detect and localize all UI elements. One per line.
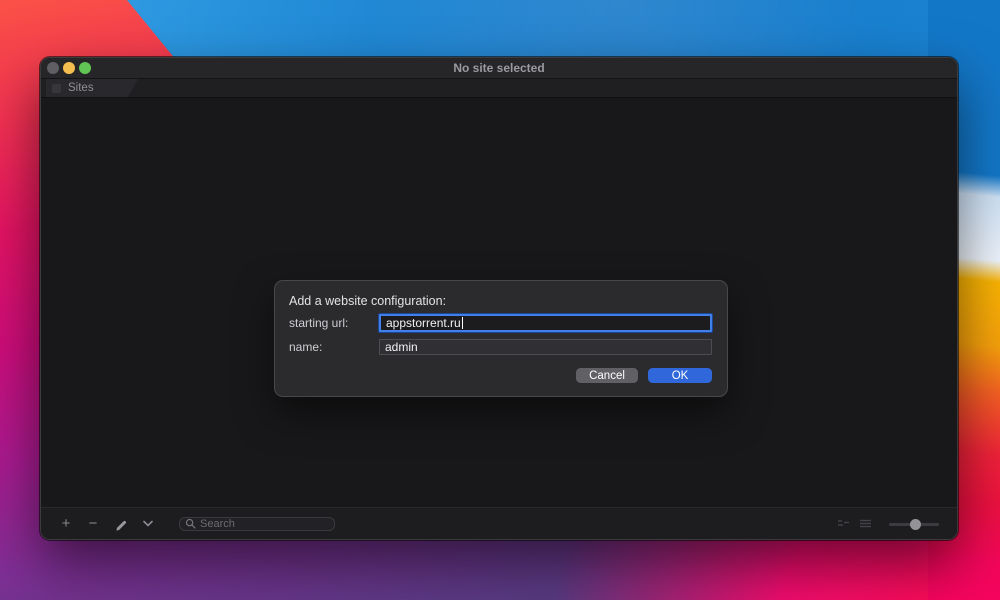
search-icon: [185, 518, 196, 529]
window-titlebar: No site selected: [41, 58, 957, 79]
dialog-title: Add a website configuration:: [289, 294, 712, 308]
edit-pencil-icon[interactable]: [113, 517, 129, 531]
compact-view-icon[interactable]: [837, 519, 850, 528]
starting-url-label: starting url:: [289, 316, 379, 330]
starting-url-row: starting url: appstorrent.ru: [289, 314, 712, 332]
zoom-slider-thumb[interactable]: [910, 519, 921, 530]
search-field[interactable]: [179, 517, 335, 531]
dialog-buttons: Cancel OK: [289, 368, 712, 383]
name-label: name:: [289, 340, 379, 354]
site-favicon-icon: [52, 84, 61, 93]
starting-url-value: appstorrent.ru: [386, 316, 461, 330]
window-content: Add a website configuration: starting ur…: [41, 98, 957, 507]
remove-icon[interactable]: −: [86, 517, 100, 531]
text-caret: [462, 317, 464, 329]
bottom-toolbar: + −: [41, 507, 957, 539]
starting-url-input[interactable]: appstorrent.ru: [379, 314, 712, 332]
name-input[interactable]: admin: [379, 339, 712, 355]
name-row: name: admin: [289, 339, 712, 355]
app-window: No site selected Sites Add a website con…: [40, 57, 958, 540]
zoom-slider[interactable]: [889, 518, 939, 530]
add-website-dialog: Add a website configuration: starting ur…: [274, 280, 728, 397]
tab-sites-label: Sites: [68, 82, 94, 94]
ok-button[interactable]: OK: [648, 368, 712, 383]
list-view-icon[interactable]: [859, 519, 872, 528]
toolbar-right-controls: [837, 518, 939, 530]
name-value: admin: [385, 340, 418, 354]
search-input[interactable]: [200, 518, 329, 530]
add-icon[interactable]: +: [59, 517, 73, 531]
tab-sites[interactable]: Sites: [46, 79, 138, 97]
chevron-down-icon[interactable]: [140, 520, 156, 527]
window-title: No site selected: [41, 61, 957, 75]
desktop: No site selected Sites Add a website con…: [0, 0, 1000, 600]
cancel-button[interactable]: Cancel: [576, 368, 638, 383]
tab-bar: Sites: [41, 79, 957, 98]
